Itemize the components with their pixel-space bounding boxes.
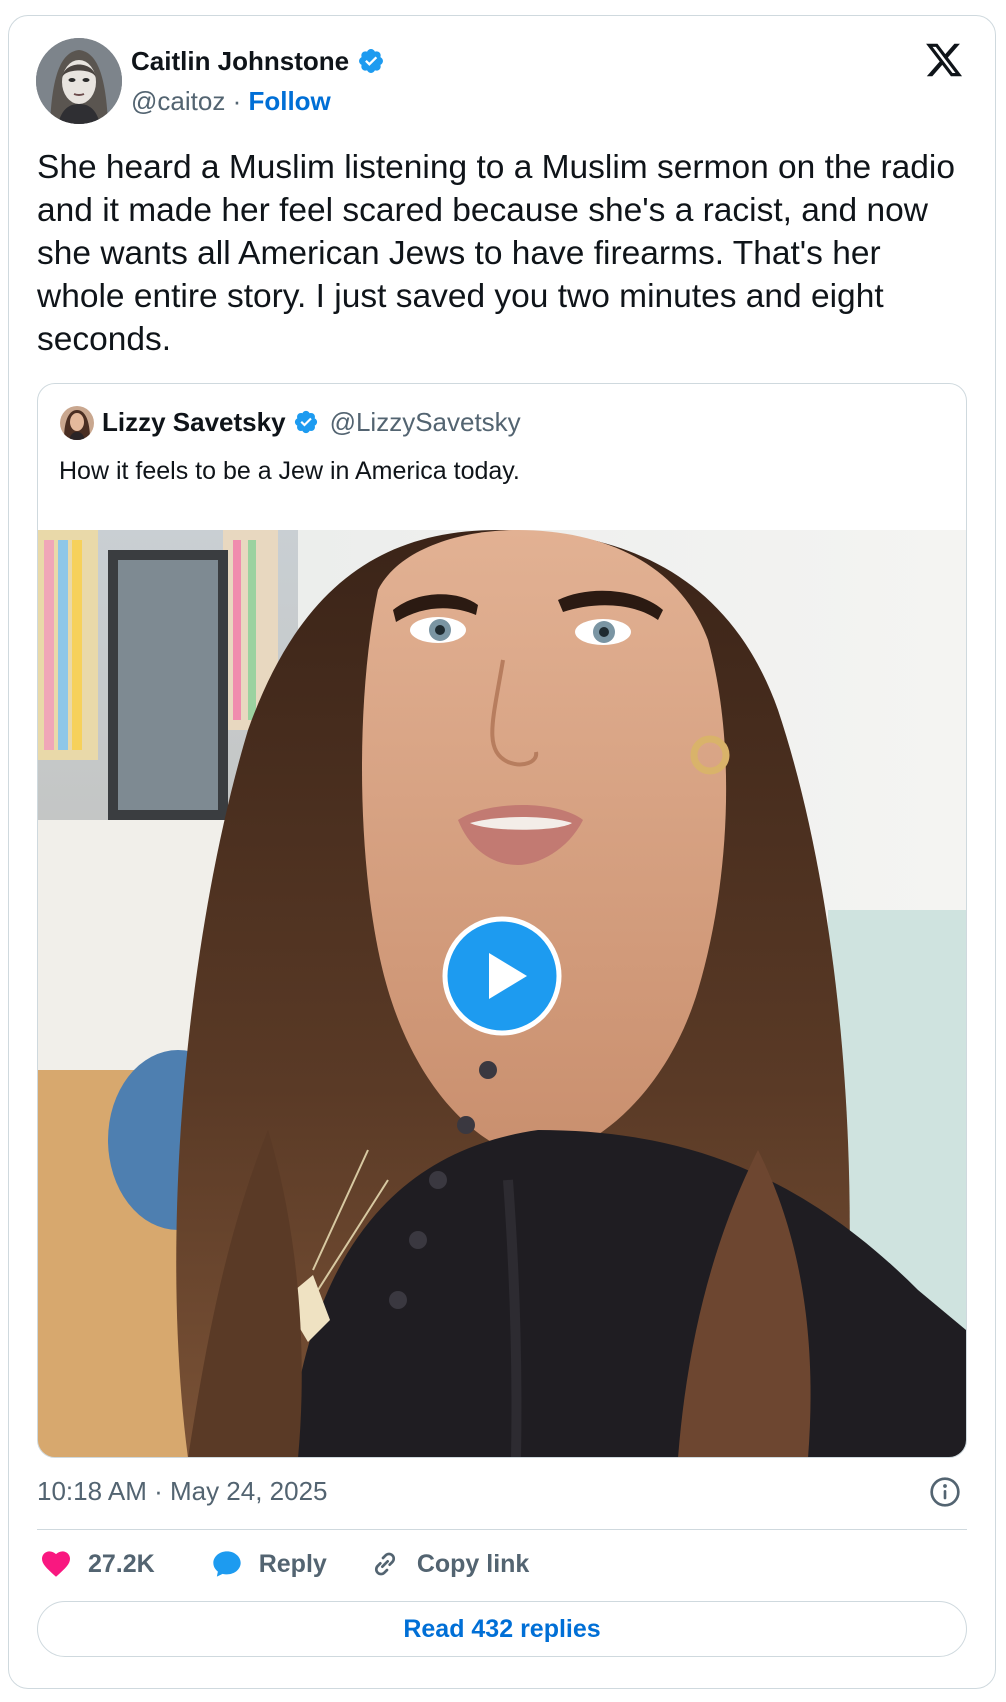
- copy-link-button[interactable]: Copy link: [369, 1548, 530, 1580]
- heart-icon: [40, 1548, 72, 1580]
- like-button[interactable]: 27.2K: [40, 1548, 155, 1580]
- author-name[interactable]: Caitlin Johnstone: [131, 44, 349, 78]
- author-handle[interactable]: @caitoz: [131, 86, 225, 116]
- verified-badge-icon: [293, 409, 319, 435]
- copy-link-label: Copy link: [416, 1549, 530, 1578]
- quoted-video-thumbnail[interactable]: [38, 530, 966, 1457]
- quoted-author-name[interactable]: Lizzy Savetsky: [102, 405, 286, 439]
- reply-bubble-icon: [211, 1548, 243, 1580]
- tweet-text: She heard a Muslim listening to a Muslim…: [37, 149, 955, 358]
- like-count: 27.2K: [88, 1549, 155, 1578]
- quoted-author-avatar[interactable]: [60, 406, 94, 440]
- reply-button[interactable]: Reply: [211, 1548, 327, 1580]
- play-icon[interactable]: [442, 916, 562, 1036]
- author-name-row[interactable]: Caitlin Johnstone: [131, 44, 385, 78]
- action-bar: 27.2K Reply Copy link: [40, 1544, 529, 1584]
- quoted-tweet-text: How it feels to be a Jew in America toda…: [59, 457, 520, 485]
- author-handle-row: @caitoz · Follow: [131, 84, 331, 118]
- follow-button[interactable]: Follow: [248, 86, 330, 116]
- info-icon[interactable]: [929, 1476, 961, 1508]
- author-avatar[interactable]: [36, 38, 122, 124]
- read-replies-button[interactable]: Read 432 replies: [37, 1601, 967, 1657]
- quoted-header: Lizzy Savetsky @LizzySavetsky: [102, 405, 521, 439]
- reply-label: Reply: [258, 1549, 327, 1578]
- verified-badge-icon: [357, 47, 385, 75]
- quoted-tweet[interactable]: Lizzy Savetsky @LizzySavetsky How it fee…: [37, 383, 967, 1458]
- quoted-author-handle[interactable]: @LizzySavetsky: [330, 405, 521, 439]
- divider: [37, 1529, 967, 1530]
- x-logo-icon[interactable]: [924, 40, 964, 80]
- link-icon: [369, 1548, 401, 1580]
- tweet-timestamp[interactable]: 10:18 AM · May 24, 2025: [37, 1474, 328, 1508]
- separator-dot: ·: [232, 86, 242, 116]
